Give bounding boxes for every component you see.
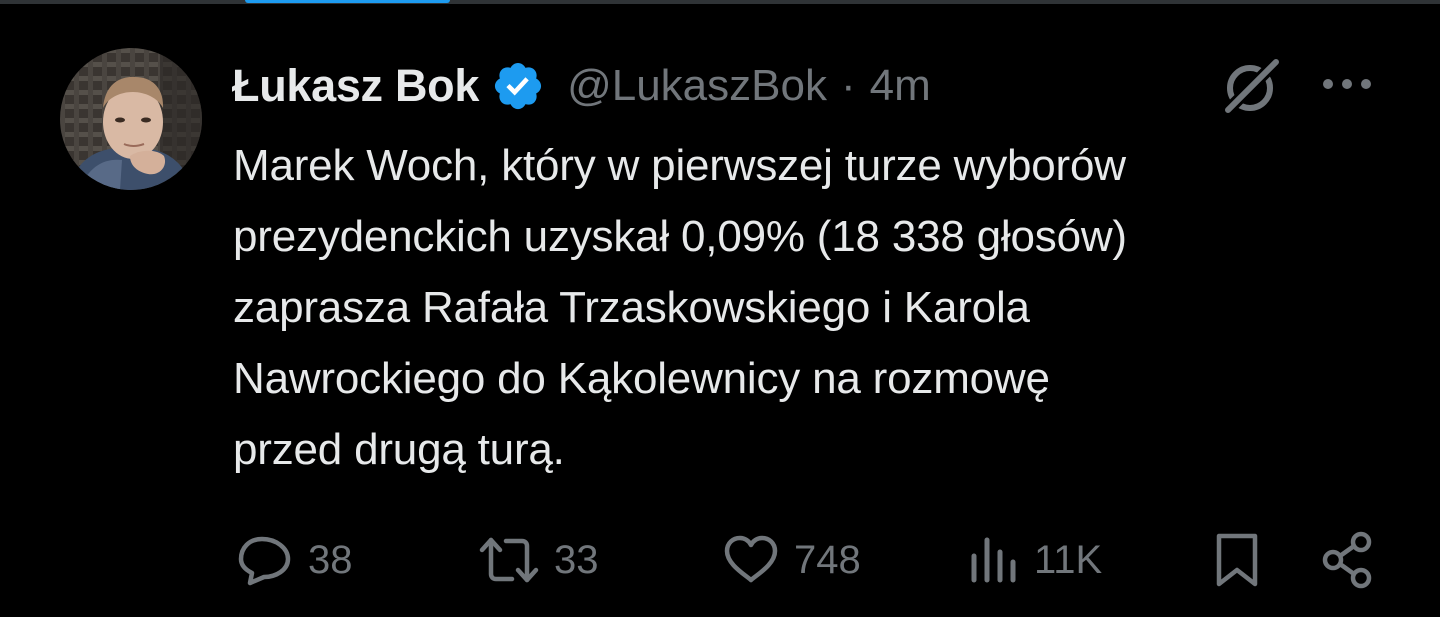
bookmark-button[interactable] [1212, 525, 1262, 595]
timestamp[interactable]: 4m [870, 61, 931, 111]
tweet-text-line: zaprasza Rafała Trzaskowskiego i Karola [233, 283, 1030, 332]
action-bar: 38 33 748 11K [0, 525, 1440, 595]
author-handle[interactable]: @LukaszBok [567, 61, 827, 111]
top-divider [0, 0, 1440, 4]
like-count: 748 [794, 537, 861, 582]
repost-icon [479, 537, 539, 583]
tweet-text-line: prezydenckich uzyskał 0,09% (18 338 głos… [233, 212, 1127, 261]
more-icon[interactable] [1318, 74, 1376, 94]
separator-dot: · [840, 61, 856, 110]
reply-icon [238, 536, 291, 586]
like-icon [724, 535, 778, 583]
like-button[interactable]: 748 [722, 525, 861, 595]
views-icon [971, 537, 1016, 583]
author-name[interactable]: Łukasz Bok [232, 60, 479, 112]
tweet-text: Marek Woch, który w pierwszej turze wybo… [233, 130, 1383, 485]
bookmark-icon [1216, 533, 1258, 587]
tweet-text-line: Marek Woch, który w pierwszej turze wybo… [233, 141, 1126, 190]
tweet-text-line: przed drugą turą. [233, 425, 565, 474]
repost-button[interactable]: 33 [478, 525, 599, 595]
tweet-header: Łukasz Bok @LukaszBok · 4m [232, 56, 931, 116]
views-button[interactable]: 11K [968, 525, 1102, 595]
reply-count: 38 [308, 537, 353, 582]
grok-icon[interactable] [1220, 57, 1282, 117]
views-count: 11K [1034, 537, 1103, 582]
share-icon [1322, 531, 1372, 589]
verified-badge-icon [491, 59, 545, 113]
avatar[interactable] [60, 48, 202, 190]
tweet-text-line: Nawrockiego do Kąkolewnicy na rozmowę [233, 354, 1050, 403]
reply-button[interactable]: 38 [236, 525, 353, 595]
repost-count: 33 [554, 537, 599, 582]
share-button[interactable] [1320, 525, 1376, 595]
active-tab-indicator [245, 0, 450, 3]
